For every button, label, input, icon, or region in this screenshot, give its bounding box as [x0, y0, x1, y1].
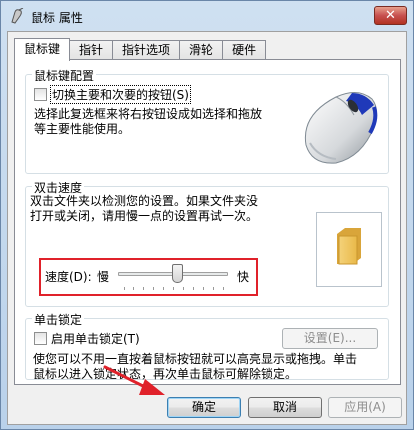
slider-tick: [173, 287, 174, 290]
double-click-test-area[interactable]: [316, 212, 382, 287]
ok-button[interactable]: 确定: [167, 397, 241, 418]
fast-label: 快: [237, 270, 250, 284]
slider-tick: [223, 287, 224, 290]
slider-thumb[interactable]: [172, 264, 183, 283]
apply-button[interactable]: 应用(A): [328, 397, 402, 418]
click-lock-row[interactable]: 启用单击锁定(T): [34, 330, 140, 347]
dialog-client-area: 鼠标键 指针 指针选项 滑轮 硬件 鼠标键配置 切换主要和次要的按钮(S) 选择…: [7, 31, 407, 425]
click-lock-title: 单击锁定: [32, 311, 85, 328]
slow-label: 慢: [97, 270, 110, 284]
button-config-group: 鼠标键配置 切换主要和次要的按钮(S) 选择此复选框来将右按钮设成如选择和拖放 …: [25, 67, 389, 174]
close-button[interactable]: ✕: [374, 6, 407, 25]
button-config-description: 选择此复选框来将右按钮设成如选择和拖放 等主要性能使用。: [34, 107, 263, 136]
tab-buttons[interactable]: 鼠标键: [14, 38, 71, 61]
tab-pointer-options[interactable]: 指针选项: [112, 40, 181, 60]
folder-icon[interactable]: [335, 226, 363, 266]
mouse-properties-window: 鼠标 属性 ✕ 鼠标键 指针 指针选项 滑轮 硬件 鼠标键配置 切换主要和次要的…: [0, 0, 414, 430]
switch-buttons-row[interactable]: 切换主要和次要的按钮(S): [34, 85, 191, 104]
title-bar[interactable]: 鼠标 属性 ✕: [1, 1, 413, 31]
mouse-app-icon: [11, 8, 24, 24]
tab-pointers[interactable]: 指针: [69, 40, 114, 60]
click-lock-checkbox[interactable]: [34, 332, 47, 345]
slider-tick: [163, 287, 164, 290]
button-config-title: 鼠标键配置: [32, 67, 97, 84]
slider-tick: [213, 287, 214, 290]
double-click-description: 双击文件夹以检测您的设置。如果文件夹没 打开或关闭，请用慢一点的设置再试一次。: [30, 194, 259, 223]
tab-strip: 鼠标键 指针 指针选项 滑轮 硬件: [14, 38, 267, 61]
slider-tick: [133, 287, 134, 290]
window-title: 鼠标 属性: [31, 11, 83, 25]
double-click-speed-slider[interactable]: [118, 264, 228, 294]
switch-buttons-label: 切换主要和次要的按钮(S): [50, 85, 191, 104]
click-lock-description: 使您可以不用一直按着鼠标按钮就可以高亮显示或拖拽。单击 鼠标以进入锁定状态，再次…: [33, 352, 358, 381]
click-lock-settings-button[interactable]: 设置(E)...: [282, 328, 378, 349]
speed-label: 速度(D):: [45, 270, 92, 284]
slider-tick: [153, 287, 154, 290]
slider-tick: [183, 287, 184, 290]
slider-tick: [143, 287, 144, 290]
tab-hardware[interactable]: 硬件: [222, 40, 267, 60]
click-lock-label: 启用单击锁定(T): [51, 332, 140, 346]
tab-panel-buttons: 鼠标键配置 切换主要和次要的按钮(S) 选择此复选框来将右按钮设成如选择和拖放 …: [14, 59, 401, 385]
switch-buttons-checkbox[interactable]: [34, 88, 47, 101]
annotation-arrow: [103, 365, 165, 395]
mouse-image: [304, 92, 378, 164]
slider-tick: [124, 287, 125, 290]
cancel-button[interactable]: 取消: [248, 397, 322, 418]
close-icon: ✕: [385, 8, 396, 23]
slider-tick: [193, 287, 194, 290]
slider-tick: [203, 287, 204, 290]
tab-wheel[interactable]: 滑轮: [179, 40, 224, 60]
